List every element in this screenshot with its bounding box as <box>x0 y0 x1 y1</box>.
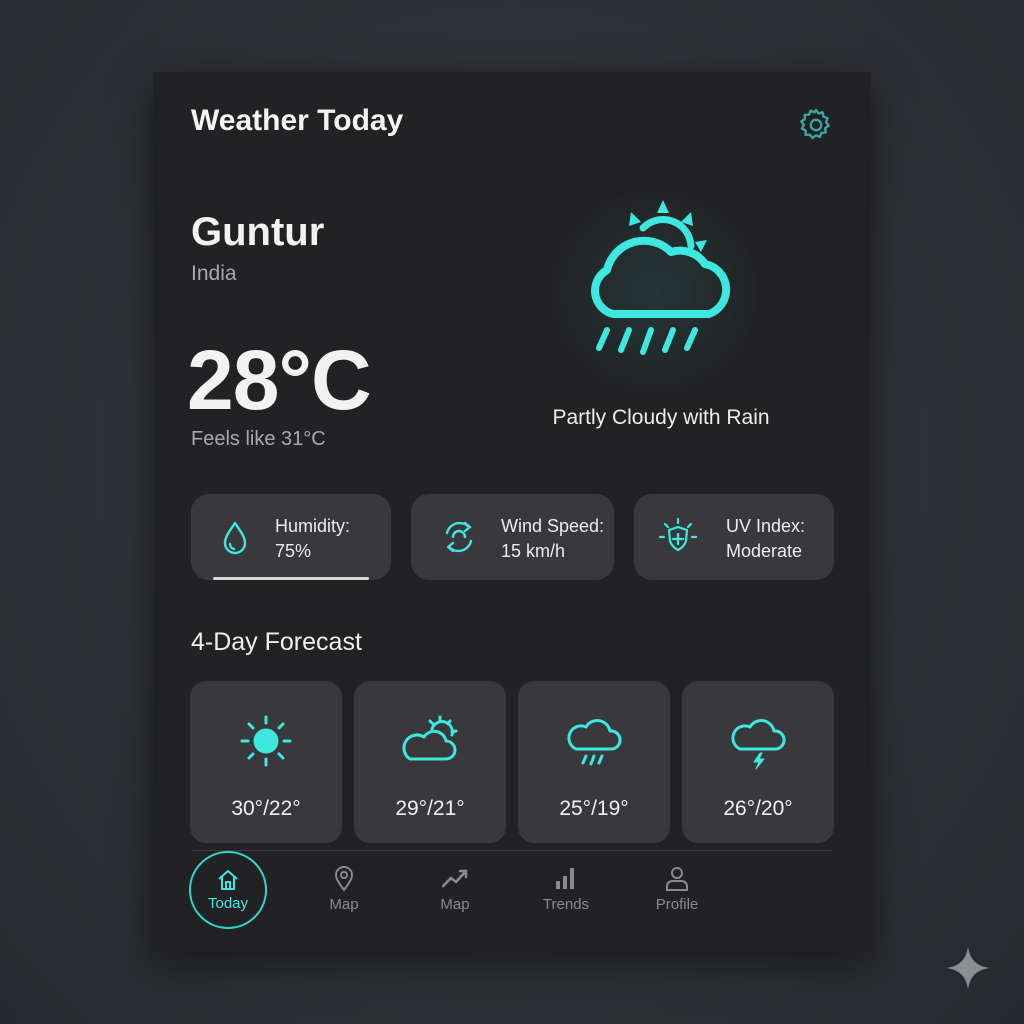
wind-speed-label: Wind Speed: <box>501 516 605 536</box>
cloud-sun-icon <box>402 715 458 761</box>
forecast-temps: 25°/19° <box>559 797 629 820</box>
humidity-label: Humidity: <box>275 516 351 536</box>
nav-label: Map <box>329 896 359 913</box>
uv-shield-icon <box>658 517 698 552</box>
forecast-temps: 26°/20° <box>723 797 793 820</box>
cloud-lightning-icon <box>731 719 786 770</box>
uv-index-value: Moderate <box>726 541 803 561</box>
forecast-day-card[interactable]: 30°/22° <box>190 681 342 843</box>
weather-app: Weather Today Guntur India 28°C Feels li… <box>153 72 871 952</box>
uv-index-card[interactable]: UV Index: Moderate <box>634 494 834 580</box>
wind-speed-card[interactable]: Wind Speed: 15 km/h <box>411 494 614 580</box>
nav-trends[interactable]: Trends <box>526 852 606 928</box>
wind-speed-value: 15 km/h <box>501 541 566 561</box>
bar-chart-icon <box>556 868 574 889</box>
country-name: India <box>191 262 237 285</box>
humidity-bar <box>213 577 369 580</box>
map-pin-icon <box>335 866 353 891</box>
nav-label: Trends <box>542 896 590 913</box>
wind-cycle-icon <box>445 521 473 553</box>
nav-label: Today <box>207 895 249 912</box>
nav-map-trends[interactable]: Map <box>415 852 495 928</box>
current-temperature: 28°C <box>187 333 372 427</box>
nav-label: Map <box>440 896 470 913</box>
cloud-sun-rain-icon <box>591 200 731 355</box>
forecast-temps: 29°/21° <box>395 797 465 820</box>
forecast-title: 4-Day Forecast <box>191 628 362 656</box>
humidity-value: 75% <box>275 541 312 561</box>
forecast-temps: 30°/22° <box>231 797 301 820</box>
user-icon <box>666 867 688 891</box>
forecast-day-card[interactable]: 25°/19° <box>518 681 670 843</box>
feels-like: Feels like 31°C <box>191 428 326 450</box>
sparkle-icon <box>946 946 990 990</box>
condition-text: Partly Cloudy with Rain <box>552 406 770 429</box>
nav-profile[interactable]: Profile <box>637 852 717 928</box>
nav-label: Profile <box>655 896 699 913</box>
trend-icon <box>441 869 468 888</box>
water-drop-icon <box>223 521 247 555</box>
forecast-day-card[interactable]: 29°/21° <box>354 681 506 843</box>
gear-icon[interactable] <box>797 106 835 144</box>
forecast-day-card[interactable]: 26°/20° <box>682 681 834 843</box>
cloud-rain-icon <box>567 719 622 766</box>
home-icon <box>218 870 238 890</box>
humidity-card[interactable]: Humidity: 75% <box>191 494 391 580</box>
uv-index-label: UV Index: <box>726 516 806 536</box>
nav-today[interactable]: Today <box>189 851 267 929</box>
nav-divider <box>191 850 831 851</box>
page-title: Weather Today <box>191 104 404 137</box>
sun-icon <box>240 715 292 767</box>
nav-map[interactable]: Map <box>304 852 384 928</box>
city-name: Guntur <box>191 210 325 254</box>
